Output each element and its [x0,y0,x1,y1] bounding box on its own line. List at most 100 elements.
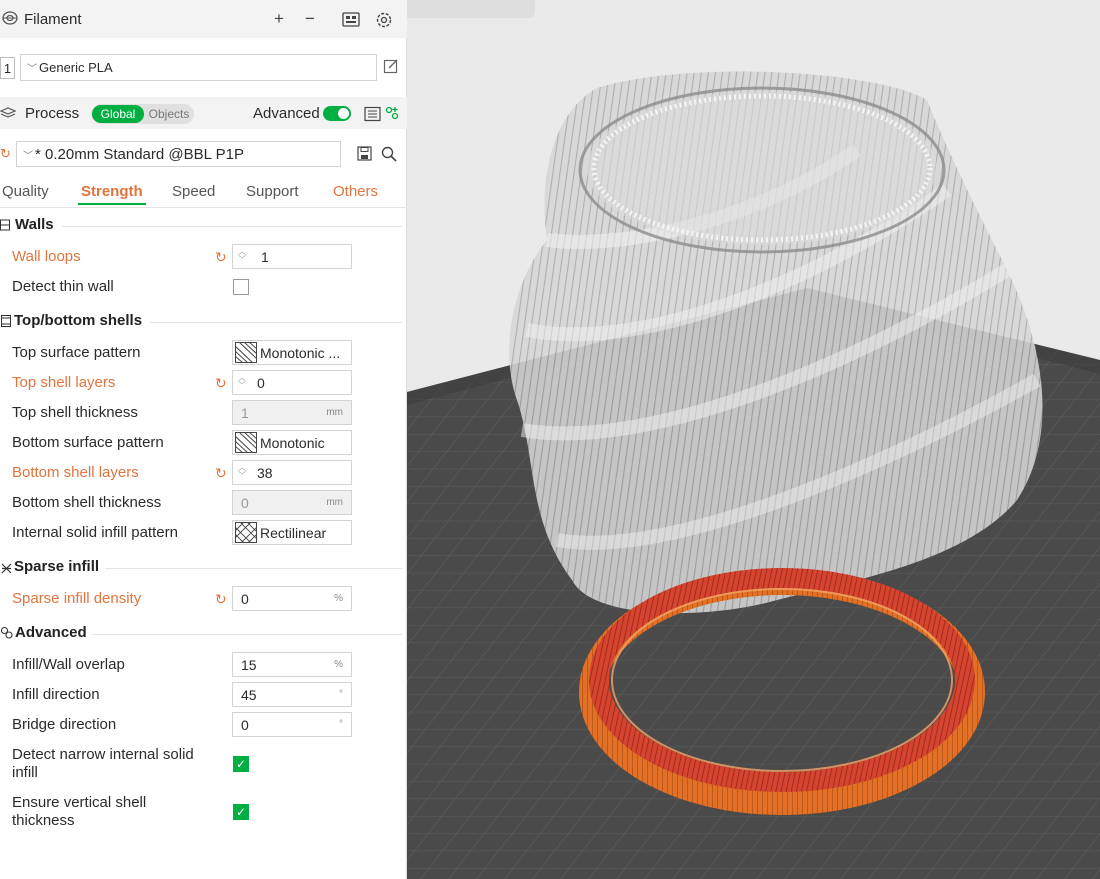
filament-spool-icon [2,10,18,26]
bridge-direction-label: Bridge direction [12,716,117,733]
filament-header: Filament + − [0,0,407,38]
scene-canvas[interactable] [407,0,1100,879]
tab-support[interactable]: Support [246,183,299,200]
reset-icon[interactable]: ↻ [215,465,227,482]
infill-direction-value: 45 [241,686,257,703]
bottom-shell-layers-label: Bottom shell layers [12,464,139,481]
stepper-icon[interactable]: ︿ ﹀ [238,374,246,390]
reset-icon[interactable]: ↻ [215,591,227,608]
compare-icon[interactable] [385,106,399,120]
rectilinear-pattern-icon [235,522,257,543]
walls-title: Walls [15,216,54,233]
process-preset-name: * 0.20mm Standard @BBL P1P [35,145,244,163]
shells-title: Top/bottom shells [14,312,143,329]
reset-icon[interactable]: ↻ [215,249,227,266]
section-divider [92,634,402,635]
top-surface-pattern-value: Monotonic ... [260,344,341,361]
internal-solid-infill-dropdown[interactable]: Rectilinear [232,520,352,545]
scope-objects-button[interactable]: Objects [145,107,193,121]
filament-slot-number[interactable]: 1 [0,57,15,79]
wall-loops-input[interactable]: ︿ ﹀ 1 [232,244,352,269]
bottom-shell-layers-value: 38 [257,464,273,481]
section-divider [150,322,402,323]
add-filament-button[interactable]: + [270,9,288,29]
sparse-infill-section-icon [1,561,12,574]
unit-label: ° [339,689,343,700]
3d-viewport[interactable] [407,0,1100,879]
monotonic-pattern-icon [235,432,257,453]
infill-wall-overlap-input[interactable]: 15 % [232,652,352,677]
advanced-title: Advanced [15,624,87,641]
bridge-direction-value: 0 [241,716,249,733]
edit-filament-icon[interactable] [383,58,399,74]
sparse-infill-title: Sparse infill [14,558,100,575]
unit-label: mm [326,497,343,508]
bottom-shell-thickness-input: 0 mm [232,490,352,515]
scope-global-button[interactable]: Global [92,105,144,123]
reset-preset-icon[interactable]: ↻ [0,146,11,162]
detect-narrow-infill-checkbox[interactable]: ✓ [233,756,249,772]
ensure-vertical-shell-label: Ensure vertical shell thickness [12,794,147,829]
filament-dropdown[interactable]: ﹀ Generic PLA [20,54,377,81]
stepper-icon[interactable]: ︿ ﹀ [238,464,246,480]
top-surface-pattern-dropdown[interactable]: Monotonic ... [232,340,352,365]
bottom-surface-pattern-dropdown[interactable]: Monotonic [232,430,352,455]
list-icon[interactable] [364,106,381,122]
shells-section-icon [1,314,11,327]
bottom-surface-pattern-label: Bottom surface pattern [12,434,164,451]
process-header: Process Global Objects Advanced [0,97,407,129]
infill-wall-overlap-label: Infill/Wall overlap [12,656,125,673]
advanced-label: Advanced [253,105,320,122]
top-shell-thickness-input: 1 mm [232,400,352,425]
process-preset-dropdown[interactable]: ﹀ * 0.20mm Standard @BBL P1P [16,141,341,167]
monotonic-pattern-icon [235,342,257,363]
tab-quality[interactable]: Quality [2,183,49,200]
search-icon[interactable] [381,146,397,162]
advanced-toggle[interactable] [323,106,351,121]
stepper-icon[interactable]: ︿ ﹀ [238,248,246,264]
section-divider [105,568,402,569]
infill-direction-label: Infill direction [12,686,100,703]
bottom-shell-layers-input[interactable]: ︿ ﹀ 38 [232,460,352,485]
detect-narrow-infill-label: Detect narrow internal solid infill [12,746,194,781]
tab-speed[interactable]: Speed [172,183,215,200]
unit-label: % [334,659,343,670]
tab-strength[interactable]: Strength [81,183,143,200]
save-preset-icon[interactable] [357,146,372,161]
remove-filament-button[interactable]: − [301,9,319,29]
vase-model[interactable] [509,71,1043,614]
top-shell-layers-input[interactable]: ︿ ﹀ 0 [232,370,352,395]
tab-others[interactable]: Others [333,183,378,200]
top-shell-layers-label: Top shell layers [12,374,116,391]
scope-toggle[interactable]: Global Objects [91,104,194,124]
bridge-direction-input[interactable]: 0 ° [232,712,352,737]
infill-direction-input[interactable]: 45 ° [232,682,352,707]
sparse-infill-density-input[interactable]: 0 % [232,586,352,611]
top-shell-layers-value: 0 [257,374,265,391]
infill-wall-overlap-value: 15 [241,656,257,673]
settings-panel: Filament + − 1 ﹀ Generic PLA Process Glo… [0,0,407,879]
top-shell-thickness-label: Top shell thickness [12,404,138,421]
top-surface-pattern-label: Top surface pattern [12,344,141,361]
walls-section-icon [0,218,10,231]
process-layers-icon [0,105,17,121]
reset-icon[interactable]: ↻ [215,375,227,392]
advanced-section-icon [0,626,13,639]
internal-solid-infill-value: Rectilinear [260,524,327,541]
bottom-shell-thickness-label: Bottom shell thickness [12,494,162,511]
process-title: Process [25,105,80,122]
unit-label: ° [339,719,343,730]
gear-icon[interactable] [375,11,393,29]
chevron-down-icon: ﹀ [27,64,37,75]
internal-solid-infill-label: Internal solid infill pattern [12,524,178,541]
detect-thin-wall-checkbox[interactable] [233,279,249,295]
bottom-surface-pattern-value: Monotonic [260,434,325,451]
wall-loops-value: 1 [261,248,269,265]
detect-thin-wall-label: Detect thin wall [12,278,114,295]
bottom-shell-thickness-value: 0 [241,494,249,511]
filament-settings-icon[interactable] [342,11,360,28]
unit-label: % [334,593,343,604]
ensure-vertical-shell-checkbox[interactable]: ✓ [233,804,249,820]
filament-title: Filament [24,11,82,28]
sparse-infill-density-label: Sparse infill density [12,590,142,607]
